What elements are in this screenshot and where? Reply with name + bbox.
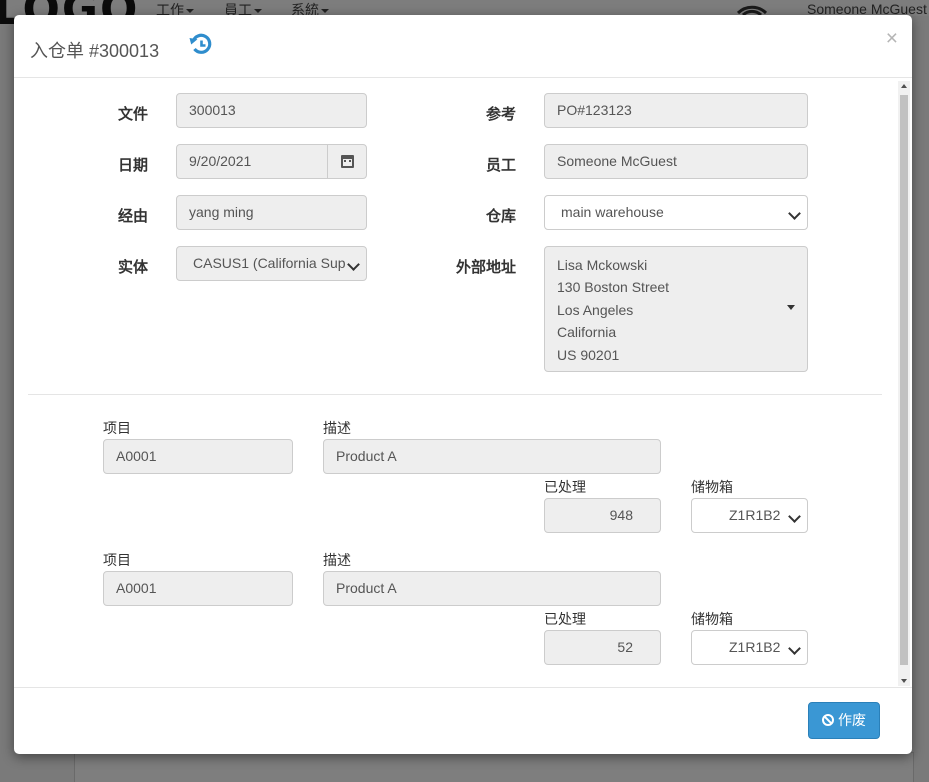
receipt-modal: 入仓单 #300013 × 文件 300013 日期 9/20/2021 经由 … (14, 15, 912, 754)
address-line: Lisa Mckowski (557, 257, 648, 273)
scrollbar-thumb[interactable] (900, 95, 908, 665)
warehouse-label: 仓库 (485, 208, 516, 225)
external-address-label: 外部地址 (455, 259, 516, 276)
scroll-up-arrow-icon[interactable] (901, 84, 907, 88)
reference-label: 参考 (485, 106, 516, 123)
description-label: 描述 (323, 552, 351, 568)
modal-footer (14, 687, 912, 754)
divider (28, 394, 882, 395)
address-line: US 90201 (557, 346, 620, 363)
item-field: A0001 (103, 571, 293, 606)
address-line: Los Angeles (557, 301, 634, 318)
void-button-label: 作废 (838, 712, 866, 728)
processed-field: 52 (544, 630, 661, 665)
employee-label: 员工 (485, 157, 516, 174)
bin-label: 储物箱 (691, 479, 733, 495)
processed-field: 948 (544, 498, 661, 533)
history-icon[interactable] (188, 32, 214, 58)
description-label: 描述 (323, 420, 351, 436)
bin-select[interactable]: Z1R1B2 (691, 498, 808, 533)
document-field: 300013 (176, 93, 367, 128)
item-field: A0001 (103, 439, 293, 474)
date-picker-button[interactable] (327, 144, 367, 179)
date-label: 日期 (117, 157, 148, 174)
handled-by-field: yang ming (176, 195, 367, 230)
entity-select[interactable]: CASUS1 (California Sup (176, 246, 367, 281)
entity-label: 实体 (117, 259, 148, 276)
void-button[interactable]: 作废 (808, 702, 880, 739)
warehouse-select[interactable]: main warehouse (544, 195, 808, 230)
date-field[interactable]: 9/20/2021 (176, 144, 328, 179)
item-label: 项目 (103, 552, 131, 568)
calendar-icon (341, 155, 354, 168)
bin-label: 储物箱 (691, 611, 733, 627)
modal-header: 入仓单 #300013 × (14, 15, 912, 78)
handled-by-label: 经由 (117, 208, 148, 225)
background-panel (74, 752, 914, 782)
ban-icon (822, 714, 834, 726)
processed-label: 已处理 (544, 611, 586, 627)
wifi-icon (735, 0, 769, 16)
scroll-down-arrow-icon[interactable] (901, 679, 907, 683)
caret-down-icon (787, 305, 795, 310)
description-field: Product A (323, 439, 661, 474)
document-label: 文件 (117, 106, 148, 123)
address-line: California (557, 324, 617, 341)
modal-body: 文件 300013 日期 9/20/2021 经由 yang ming 实体 C… (14, 79, 912, 688)
description-field: Product A (323, 571, 661, 606)
external-address-select[interactable]: Lisa Mckowski 130 Boston Street Los Ange… (544, 246, 808, 372)
scrollbar[interactable] (898, 81, 910, 686)
modal-title: 入仓单 #300013 (30, 41, 160, 61)
address-line: 130 Boston Street (557, 279, 670, 296)
reference-field: PO#123123 (544, 93, 808, 128)
processed-label: 已处理 (544, 479, 586, 495)
item-label: 项目 (103, 420, 131, 436)
bin-select[interactable]: Z1R1B2 (691, 630, 808, 665)
close-button[interactable]: × (886, 28, 898, 49)
employee-field: Someone McGuest (544, 144, 808, 179)
